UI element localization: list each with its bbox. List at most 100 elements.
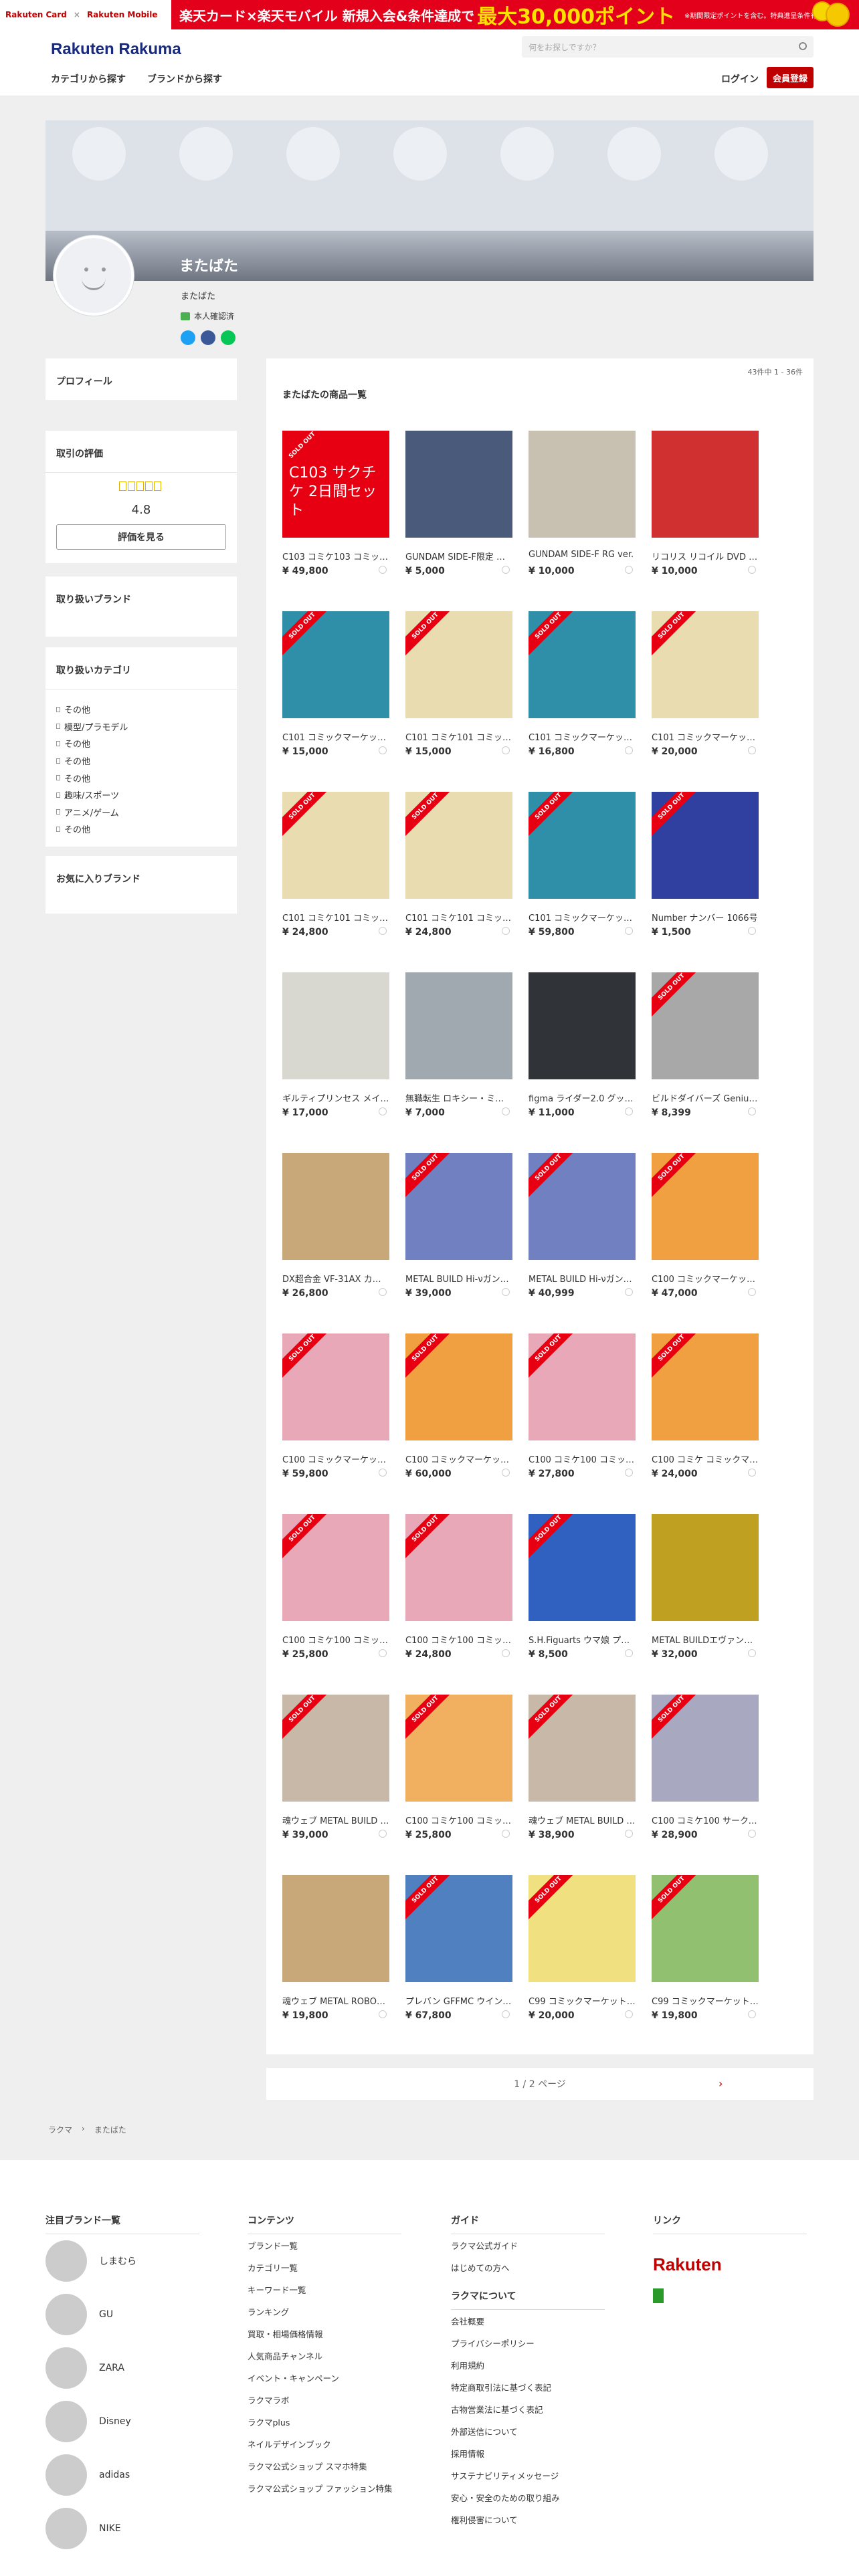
view-ratings-button[interactable]: 評価を見る [56,524,226,550]
item-name[interactable]: 魂ウェブ METAL ROBOT魂 [282,1994,389,2007]
like-icon[interactable] [748,1469,756,1477]
item-thumbnail[interactable] [652,1514,759,1621]
footer-link[interactable]: ランキング [248,2300,401,2323]
item-card[interactable]: SOLD OUT C100 コミケ100 コミックマーケット ¥ 25,800 [282,1514,389,1675]
like-icon[interactable] [625,1288,633,1296]
like-icon[interactable] [748,927,756,935]
item-thumbnail[interactable] [529,972,636,1079]
footer-link[interactable]: 人気商品チャンネル [248,2345,401,2367]
footer-link[interactable]: ブランド一覧 [248,2234,401,2256]
item-thumbnail[interactable]: SOLD OUT [405,1695,512,1802]
item-thumbnail[interactable]: SOLD OUT [652,1333,759,1440]
footer-brand-item[interactable]: GU [45,2288,199,2341]
item-thumbnail[interactable]: SOLD OUT [652,1153,759,1260]
like-icon[interactable] [502,1649,510,1657]
category-item[interactable]: その他 [56,769,128,786]
item-thumbnail[interactable]: SOLD OUT [652,1695,759,1802]
item-name[interactable]: C101 コミックマーケット101 [529,730,636,743]
category-item[interactable]: 模型/プラモデル [56,718,128,736]
like-icon[interactable] [625,1649,633,1657]
item-name[interactable]: S.H.Figuarts ウマ娘 プリティーダービー [529,1633,636,1646]
item-thumbnail[interactable]: SOLD OUT [652,792,759,899]
item-thumbnail[interactable]: SOLD OUT [652,1875,759,1982]
facebook-icon[interactable] [201,330,215,345]
item-card[interactable]: SOLD OUT C101 コミケ101 コミックマーケット ¥ 24,800 [282,792,389,952]
item-name[interactable]: C103 コミケ103 コミックマーケット [282,550,389,562]
footer-link[interactable]: イベント・キャンペーン [248,2367,401,2389]
item-name[interactable]: C100 コミケ100 サークルチケット [652,1814,759,1826]
item-name[interactable]: C100 コミケ100 コミックマーケット [405,1814,512,1826]
item-card[interactable]: SOLD OUT C101 コミケ101 コミックマーケット ¥ 24,800 [405,792,512,952]
footer-brand-item[interactable]: ZARA [45,2341,199,2395]
footer-brand-item[interactable]: しまむら [45,2234,199,2288]
rakuma-logo[interactable]: Rakuten Rakuma [51,40,181,59]
like-icon[interactable] [748,1830,756,1838]
like-icon[interactable] [625,1830,633,1838]
breadcrumb-home[interactable]: ラクマ [48,2124,72,2135]
item-thumbnail[interactable]: SOLD OUT [282,792,389,899]
category-item[interactable]: 趣味/スポーツ [56,786,128,804]
footer-link[interactable]: はじめての方へ [451,2256,605,2278]
item-card[interactable]: SOLD OUT 魂ウェブ METAL BUILD 輸送箱 ¥ 38,900 [529,1695,636,1855]
like-icon[interactable] [379,1469,387,1477]
item-name[interactable]: C100 コミックマーケット100 [652,1272,759,1285]
footer-link[interactable]: ラクマラボ [248,2389,401,2411]
item-name[interactable]: リコリス リコイル DVD BOX [652,550,759,562]
item-name[interactable]: C101 コミックマーケット101 [529,911,636,924]
like-icon[interactable] [502,566,510,574]
item-card[interactable]: SOLD OUT ビルドダイバーズ Genius Head ¥ 8,399 [652,972,759,1133]
item-card[interactable]: SOLD OUT C100 コミケ100 サークルチケット ¥ 28,900 [652,1695,759,1855]
item-thumbnail[interactable]: SOLD OUT [405,1514,512,1621]
like-icon[interactable] [625,1107,633,1115]
item-thumbnail[interactable]: SOLD OUT [282,611,389,718]
item-thumbnail[interactable]: SOLD OUT [529,1514,636,1621]
like-icon[interactable] [625,566,633,574]
like-icon[interactable] [502,1288,510,1296]
like-icon[interactable] [502,1107,510,1115]
footer-link[interactable]: カテゴリ一覧 [248,2256,401,2278]
item-card[interactable]: GUNDAM SIDE-F RG ver. ¥ 10,000 [529,431,636,591]
footer-brand-item[interactable]: NIKE [45,2502,199,2555]
item-name[interactable]: GUNDAM SIDE-F限定 ガンダム [405,550,512,562]
item-thumbnail[interactable]: SOLD OUT [529,1333,636,1440]
item-name[interactable]: DX超合金 VF-31AX カイロスプラス [282,1272,389,1285]
item-thumbnail[interactable]: SOLD OUT [529,1695,636,1802]
item-thumbnail[interactable]: SOLD OUT [529,792,636,899]
item-card[interactable]: 無職転生 ロキシー・ミグルディア ¥ 7,000 [405,972,512,1133]
item-name[interactable]: METAL BUILD Hi-νガンダム [405,1272,512,1285]
signup-button[interactable]: 会員登録 [767,67,814,88]
item-thumbnail[interactable] [282,972,389,1079]
like-icon[interactable] [748,1107,756,1115]
item-thumbnail[interactable]: SOLD OUT [282,1695,389,1802]
item-thumbnail[interactable] [529,431,636,538]
item-card[interactable]: SOLD OUT C100 コミックマーケット100 ¥ 47,000 [652,1153,759,1313]
item-name[interactable]: C101 コミックマーケット101 [652,730,759,743]
footer-link[interactable]: 利用規約 [451,2354,605,2376]
item-card[interactable]: SOLD OUT C101 コミックマーケット101 ¥ 59,800 [529,792,636,952]
item-thumbnail[interactable] [405,972,512,1079]
item-card[interactable]: GUNDAM SIDE-F限定 ガンダム ¥ 5,000 [405,431,512,591]
item-card[interactable]: SOLD OUT C100 コミケ100 コミックマーケット ¥ 27,800 [529,1333,636,1494]
footer-link[interactable]: 外部送信について [451,2420,605,2442]
item-thumbnail[interactable]: SOLD OUT [652,611,759,718]
item-card[interactable]: SOLD OUT C101 コミケ101 コミックマーケット ¥ 15,000 [405,611,512,772]
item-name[interactable]: C100 コミケ100 コミックマーケット [282,1633,389,1646]
item-card[interactable]: SOLD OUT 魂ウェブ METAL BUILD 輸送箱 ¥ 39,000 [282,1695,389,1855]
nav-brand-link[interactable]: ブランドから探す [147,72,222,86]
footer-link[interactable]: ラクマplus [248,2411,401,2433]
footer-link[interactable]: 権利侵害について [451,2508,605,2531]
item-card[interactable]: ギルティプリンセス メイドロイド ¥ 17,000 [282,972,389,1133]
like-icon[interactable] [379,2010,387,2018]
search-input[interactable]: 何をお探しですか？ [522,36,814,58]
item-thumbnail[interactable]: SOLD OUT [282,1514,389,1621]
like-icon[interactable] [625,2010,633,2018]
item-card[interactable]: SOLD OUT C100 コミックマーケット100 ¥ 60,000 [405,1333,512,1494]
item-thumbnail[interactable]: SOLD OUT [529,611,636,718]
footer-link[interactable]: ラクマ公式ショップ ファッション特集 [248,2477,401,2499]
item-card[interactable]: SOLD OUT Number ナンバー 1066号 ¥ 1,500 [652,792,759,952]
item-thumbnail[interactable]: SOLD OUT [405,792,512,899]
item-name[interactable]: C99 コミックマーケット99 [529,1994,636,2007]
footer-link[interactable]: 買取・相場価格情報 [248,2323,401,2345]
rakuten-logo[interactable]: Rakuten [653,2254,807,2275]
like-icon[interactable] [748,1649,756,1657]
